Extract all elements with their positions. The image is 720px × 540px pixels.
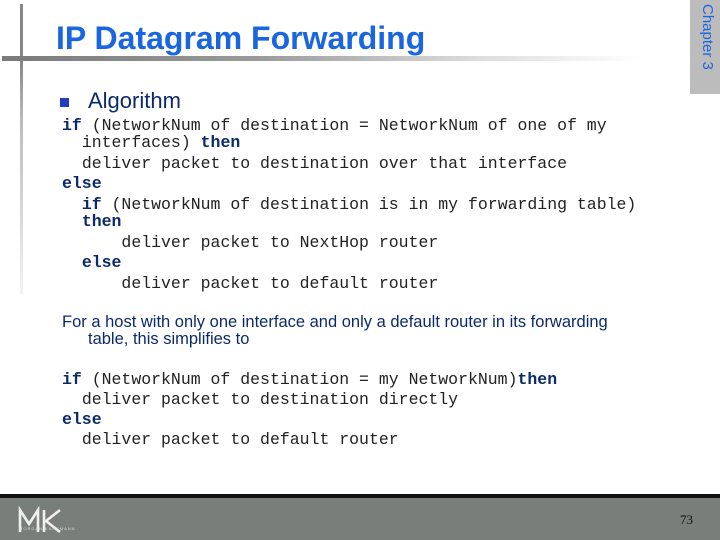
- code-text: (NetworkNum of destination = my NetworkN…: [81, 370, 518, 389]
- code-text: deliver packet to default router: [121, 274, 439, 293]
- code-line: deliver packet to NextHop router: [62, 233, 636, 253]
- code-text: (NetworkNum of destination is in my forw…: [101, 195, 637, 214]
- code-keyword: else: [62, 410, 102, 429]
- code-keyword: then: [81, 212, 122, 231]
- simplified-code-block: if (NetworkNum of destination = my Netwo…: [62, 370, 557, 450]
- code-text: deliver packet to destination directly: [81, 390, 459, 409]
- algorithm-code-block: if (NetworkNum of destination = NetworkN…: [62, 116, 636, 294]
- code-line: deliver packet to default router: [62, 274, 636, 294]
- code-text: deliver packet to NextHop router: [121, 233, 439, 252]
- footer-bar: [0, 498, 720, 540]
- chapter-label: Chapter 3: [699, 4, 716, 70]
- code-line: else: [62, 174, 636, 194]
- paragraph-line-1: For a host with only one interface and o…: [62, 313, 608, 331]
- paragraph-line-2: table, this simplifies to: [88, 330, 250, 348]
- morgan-kaufmann-logo-icon: [18, 506, 61, 534]
- code-keyword: else: [62, 174, 102, 193]
- page-number: 73: [680, 512, 693, 527]
- code-keyword: then: [200, 133, 241, 152]
- simplification-paragraph: For a host with only one interface and o…: [62, 314, 682, 348]
- decorative-vertical-line: [20, 4, 23, 294]
- code-keyword: else: [81, 253, 122, 272]
- code-keyword: then: [517, 370, 558, 389]
- bullet-square-icon: [60, 98, 69, 107]
- code-text: deliver packet to default router: [81, 430, 399, 449]
- logo-subtitle: MORGAN KAUFMANN: [19, 526, 76, 531]
- code-line: if (NetworkNum of destination = my Netwo…: [62, 370, 557, 390]
- code-text: interfaces): [81, 133, 201, 152]
- code-line: deliver packet to default router: [62, 430, 557, 450]
- code-line: if (NetworkNum of destination is in my f…: [62, 195, 637, 215]
- code-line: interfaces) then: [62, 133, 636, 153]
- code-line: else: [62, 410, 557, 430]
- code-line: deliver packet to destination directly: [62, 390, 557, 410]
- code-line: else: [62, 253, 636, 273]
- code-line: then: [62, 212, 636, 232]
- code-text: deliver packet to destination over that …: [81, 154, 567, 173]
- code-keyword: if: [62, 370, 82, 389]
- code-line: deliver packet to destination over that …: [62, 154, 636, 174]
- bullet-heading: Algorithm: [88, 88, 181, 113]
- slide-title: IP Datagram Forwarding: [56, 20, 426, 56]
